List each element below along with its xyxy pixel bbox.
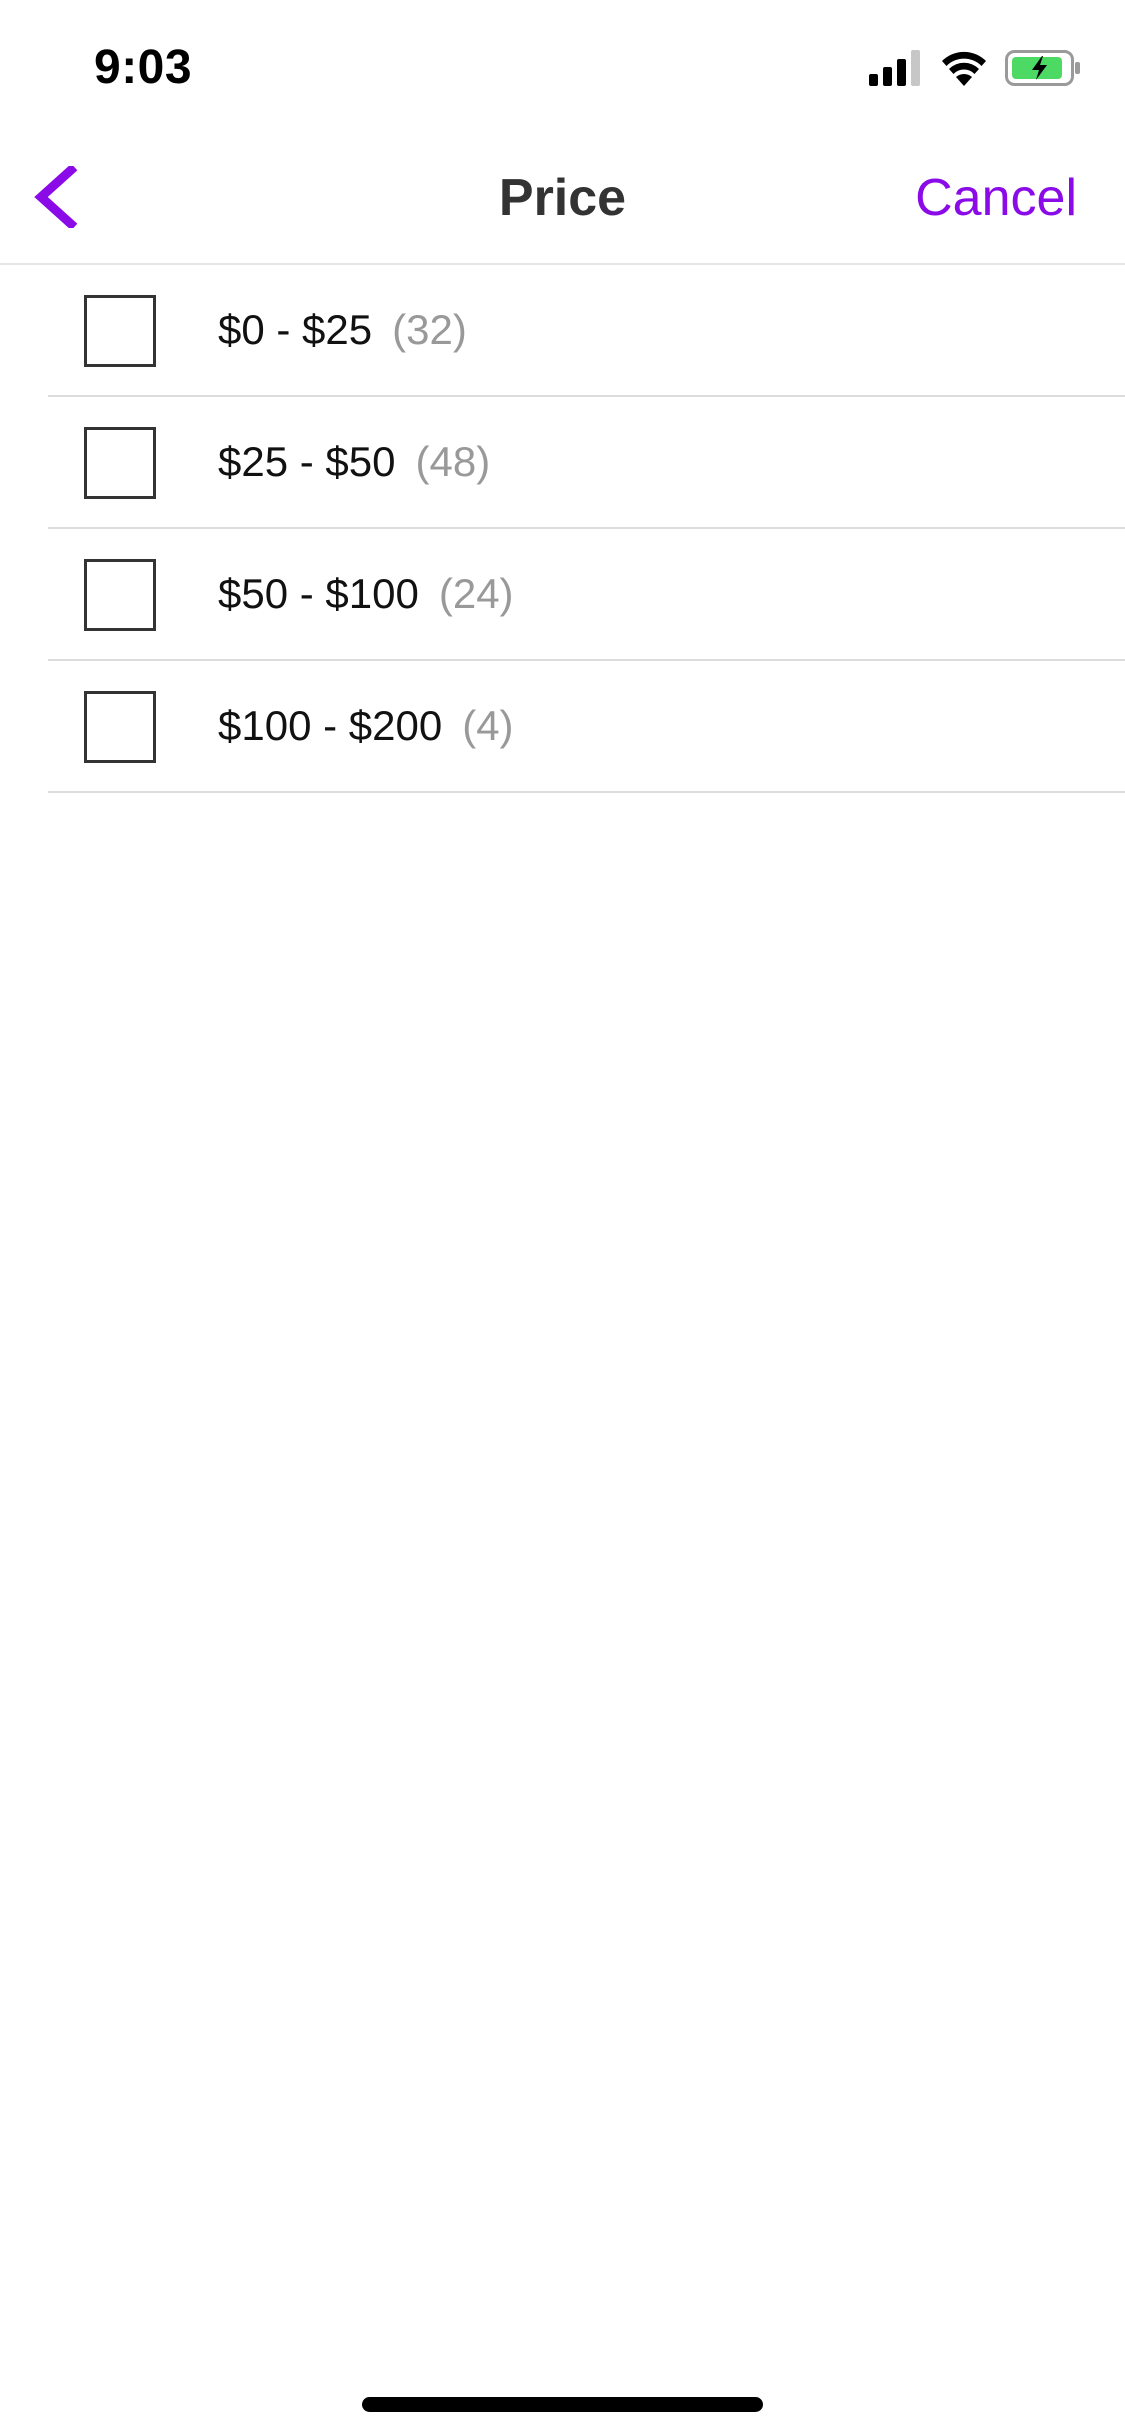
- wifi-icon: [941, 50, 987, 91]
- checkbox[interactable]: [84, 295, 156, 367]
- checkbox[interactable]: [84, 691, 156, 763]
- status-time: 9:03: [94, 41, 193, 94]
- option-count: (4): [462, 702, 514, 749]
- home-indicator[interactable]: [362, 2397, 763, 2412]
- option-label: $100 - $200: [218, 702, 443, 749]
- price-option-100-200[interactable]: $100 - $200 (4): [48, 661, 1125, 793]
- option-text: $25 - $50 (48): [218, 397, 490, 527]
- option-count: (32): [392, 306, 467, 353]
- nav-bar: Price Cancel: [0, 132, 1125, 265]
- option-count: (48): [415, 438, 491, 485]
- cellular-signal-icon: [869, 49, 923, 91]
- price-option-0-25[interactable]: $0 - $25 (32): [48, 265, 1125, 397]
- status-icons: [869, 49, 1081, 91]
- cancel-button[interactable]: Cancel: [915, 168, 1077, 228]
- option-text: $0 - $25 (32): [218, 265, 467, 395]
- battery-charging-icon: [1005, 49, 1081, 91]
- price-option-25-50[interactable]: $25 - $50 (48): [48, 397, 1125, 529]
- option-count: (24): [438, 570, 514, 617]
- option-text: $50 - $100 (24): [218, 529, 514, 659]
- option-label: $50 - $100: [218, 570, 419, 617]
- status-bar: 9:03: [0, 0, 1125, 132]
- checkbox[interactable]: [84, 427, 156, 499]
- option-text: $100 - $200 (4): [218, 661, 514, 791]
- option-label: $0 - $25: [218, 306, 373, 353]
- price-options-list: $0 - $25 (32) $25 - $50 (48) $50 - $100 …: [48, 265, 1125, 793]
- option-label: $25 - $50: [218, 438, 396, 485]
- price-option-50-100[interactable]: $50 - $100 (24): [48, 529, 1125, 661]
- checkbox[interactable]: [84, 559, 156, 631]
